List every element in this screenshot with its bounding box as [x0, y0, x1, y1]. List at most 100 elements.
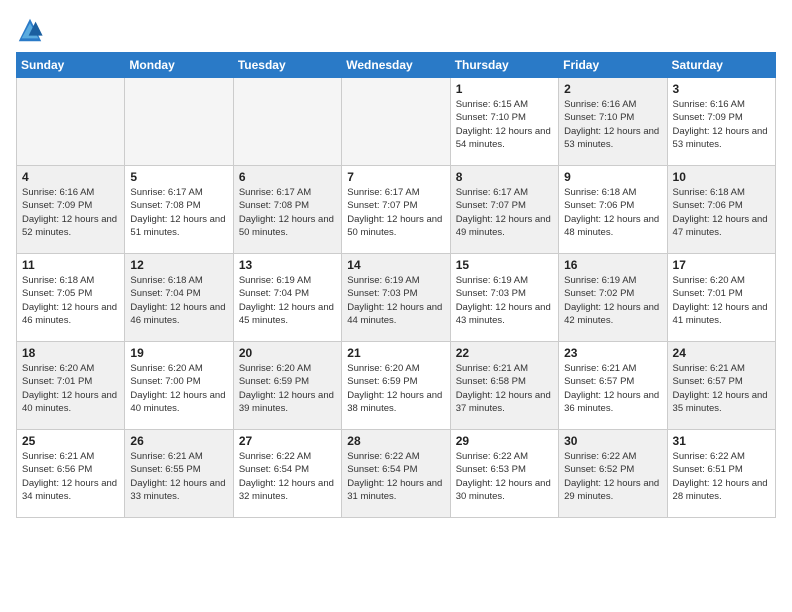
calendar-day-cell: 27 Sunrise: 6:22 AMSunset: 6:54 PMDayligh…: [233, 430, 341, 518]
day-number: 14: [347, 258, 444, 272]
calendar-week-row: 1 Sunrise: 6:15 AMSunset: 7:10 PMDaylight…: [17, 78, 776, 166]
day-number: 10: [673, 170, 770, 184]
calendar-day-cell: 2 Sunrise: 6:16 AMSunset: 7:10 PMDaylight…: [559, 78, 667, 166]
day-info: Sunrise: 6:21 AMSunset: 6:57 PMDaylight:…: [673, 362, 770, 415]
day-number: 30: [564, 434, 661, 448]
day-number: 8: [456, 170, 553, 184]
day-info: Sunrise: 6:20 AMSunset: 7:01 PMDaylight:…: [22, 362, 119, 415]
day-info: Sunrise: 6:20 AMSunset: 6:59 PMDaylight:…: [239, 362, 336, 415]
calendar-day-cell: 3 Sunrise: 6:16 AMSunset: 7:09 PMDaylight…: [667, 78, 775, 166]
day-number: 27: [239, 434, 336, 448]
calendar-day-cell: 17Sunrise: 6:20 AMSunset: 7:01 PMDayligh…: [667, 254, 775, 342]
day-info: Sunrise: 6:18 AMSunset: 7:05 PMDaylight:…: [22, 274, 119, 327]
day-info: Sunrise: 6:17 AMSunset: 7:08 PMDaylight:…: [239, 186, 336, 239]
day-info: Sunrise: 6:19 AMSunset: 7:03 PMDaylight:…: [347, 274, 444, 327]
calendar-day-cell: 16Sunrise: 6:19 AMSunset: 7:02 PMDayligh…: [559, 254, 667, 342]
logo-icon: [16, 16, 44, 44]
calendar-day-cell: 9 Sunrise: 6:18 AMSunset: 7:06 PMDaylight…: [559, 166, 667, 254]
day-number: 15: [456, 258, 553, 272]
day-info: Sunrise: 6:22 AMSunset: 6:54 PMDaylight:…: [239, 450, 336, 503]
day-info: Sunrise: 6:20 AMSunset: 7:00 PMDaylight:…: [130, 362, 227, 415]
calendar-header-sunday: Sunday: [17, 53, 125, 78]
day-number: 12: [130, 258, 227, 272]
calendar-week-row: 25 Sunrise: 6:21 AMSunset: 6:56 PMDayligh…: [17, 430, 776, 518]
calendar-day-cell: 11 Sunrise: 6:18 AMSunset: 7:05 PMDayligh…: [17, 254, 125, 342]
day-info: Sunrise: 6:18 AMSunset: 7:06 PMDaylight:…: [564, 186, 661, 239]
calendar-day-cell: 30 Sunrise: 6:22 AMSunset: 6:52 PMDayligh…: [559, 430, 667, 518]
calendar-header-thursday: Thursday: [450, 53, 558, 78]
day-number: 19: [130, 346, 227, 360]
day-number: 26: [130, 434, 227, 448]
day-number: 28: [347, 434, 444, 448]
day-number: 13: [239, 258, 336, 272]
day-number: 9: [564, 170, 661, 184]
calendar-week-row: 11 Sunrise: 6:18 AMSunset: 7:05 PMDayligh…: [17, 254, 776, 342]
calendar-day-cell: 19 Sunrise: 6:20 AMSunset: 7:00 PMDayligh…: [125, 342, 233, 430]
day-number: 6: [239, 170, 336, 184]
calendar-day-cell: 13 Sunrise: 6:19 AMSunset: 7:04 PMDayligh…: [233, 254, 341, 342]
day-number: 17: [673, 258, 770, 272]
day-info: Sunrise: 6:22 AMSunset: 6:51 PMDaylight:…: [673, 450, 770, 503]
calendar-day-cell: 20Sunrise: 6:20 AMSunset: 6:59 PMDayligh…: [233, 342, 341, 430]
day-number: 31: [673, 434, 770, 448]
logo: [16, 16, 48, 44]
calendar-day-cell: 29 Sunrise: 6:22 AMSunset: 6:53 PMDayligh…: [450, 430, 558, 518]
day-info: Sunrise: 6:22 AMSunset: 6:53 PMDaylight:…: [456, 450, 553, 503]
day-number: 29: [456, 434, 553, 448]
day-info: Sunrise: 6:17 AMSunset: 7:07 PMDaylight:…: [347, 186, 444, 239]
calendar-day-cell: 8 Sunrise: 6:17 AMSunset: 7:07 PMDaylight…: [450, 166, 558, 254]
calendar-day-cell: 12 Sunrise: 6:18 AMSunset: 7:04 PMDayligh…: [125, 254, 233, 342]
calendar-header-saturday: Saturday: [667, 53, 775, 78]
day-number: 4: [22, 170, 119, 184]
day-number: 1: [456, 82, 553, 96]
day-info: Sunrise: 6:18 AMSunset: 7:06 PMDaylight:…: [673, 186, 770, 239]
day-info: Sunrise: 6:16 AMSunset: 7:09 PMDaylight:…: [22, 186, 119, 239]
day-number: 7: [347, 170, 444, 184]
calendar-header-monday: Monday: [125, 53, 233, 78]
calendar-day-cell: 4 Sunrise: 6:16 AMSunset: 7:09 PMDaylight…: [17, 166, 125, 254]
calendar-day-cell: 21 Sunrise: 6:20 AMSunset: 6:59 PMDayligh…: [342, 342, 450, 430]
day-number: 5: [130, 170, 227, 184]
calendar-day-cell: 10 Sunrise: 6:18 AMSunset: 7:06 PMDayligh…: [667, 166, 775, 254]
day-info: Sunrise: 6:15 AMSunset: 7:10 PMDaylight:…: [456, 98, 553, 151]
day-number: 21: [347, 346, 444, 360]
day-info: Sunrise: 6:21 AMSunset: 6:56 PMDaylight:…: [22, 450, 119, 503]
calendar-header-friday: Friday: [559, 53, 667, 78]
day-info: Sunrise: 6:18 AMSunset: 7:04 PMDaylight:…: [130, 274, 227, 327]
calendar-day-cell: 5Sunrise: 6:17 AMSunset: 7:08 PMDaylight…: [125, 166, 233, 254]
day-info: Sunrise: 6:22 AMSunset: 6:52 PMDaylight:…: [564, 450, 661, 503]
day-number: 22: [456, 346, 553, 360]
calendar-week-row: 4 Sunrise: 6:16 AMSunset: 7:09 PMDaylight…: [17, 166, 776, 254]
day-number: 23: [564, 346, 661, 360]
calendar-day-cell: 6 Sunrise: 6:17 AMSunset: 7:08 PMDaylight…: [233, 166, 341, 254]
calendar-day-cell: [233, 78, 341, 166]
calendar-table: SundayMondayTuesdayWednesdayThursdayFrid…: [16, 52, 776, 518]
calendar-day-cell: 15Sunrise: 6:19 AMSunset: 7:03 PMDayligh…: [450, 254, 558, 342]
calendar-header-wednesday: Wednesday: [342, 53, 450, 78]
day-info: Sunrise: 6:20 AMSunset: 6:59 PMDaylight:…: [347, 362, 444, 415]
day-number: 25: [22, 434, 119, 448]
day-info: Sunrise: 6:16 AMSunset: 7:10 PMDaylight:…: [564, 98, 661, 151]
day-info: Sunrise: 6:19 AMSunset: 7:02 PMDaylight:…: [564, 274, 661, 327]
day-number: 24: [673, 346, 770, 360]
day-info: Sunrise: 6:19 AMSunset: 7:04 PMDaylight:…: [239, 274, 336, 327]
day-info: Sunrise: 6:21 AMSunset: 6:57 PMDaylight:…: [564, 362, 661, 415]
day-info: Sunrise: 6:16 AMSunset: 7:09 PMDaylight:…: [673, 98, 770, 151]
day-number: 3: [673, 82, 770, 96]
day-number: 18: [22, 346, 119, 360]
calendar-day-cell: 31 Sunrise: 6:22 AMSunset: 6:51 PMDayligh…: [667, 430, 775, 518]
calendar-day-cell: 24 Sunrise: 6:21 AMSunset: 6:57 PMDayligh…: [667, 342, 775, 430]
day-info: Sunrise: 6:21 AMSunset: 6:58 PMDaylight:…: [456, 362, 553, 415]
calendar-header-tuesday: Tuesday: [233, 53, 341, 78]
calendar-day-cell: [125, 78, 233, 166]
day-number: 11: [22, 258, 119, 272]
calendar-day-cell: 18 Sunrise: 6:20 AMSunset: 7:01 PMDayligh…: [17, 342, 125, 430]
day-number: 2: [564, 82, 661, 96]
calendar-day-cell: 22 Sunrise: 6:21 AMSunset: 6:58 PMDayligh…: [450, 342, 558, 430]
calendar-week-row: 18 Sunrise: 6:20 AMSunset: 7:01 PMDayligh…: [17, 342, 776, 430]
calendar-header-row: SundayMondayTuesdayWednesdayThursdayFrid…: [17, 53, 776, 78]
calendar-day-cell: 1 Sunrise: 6:15 AMSunset: 7:10 PMDaylight…: [450, 78, 558, 166]
calendar-day-cell: 23 Sunrise: 6:21 AMSunset: 6:57 PMDayligh…: [559, 342, 667, 430]
day-info: Sunrise: 6:17 AMSunset: 7:07 PMDaylight:…: [456, 186, 553, 239]
calendar-day-cell: 26Sunrise: 6:21 AMSunset: 6:55 PMDayligh…: [125, 430, 233, 518]
